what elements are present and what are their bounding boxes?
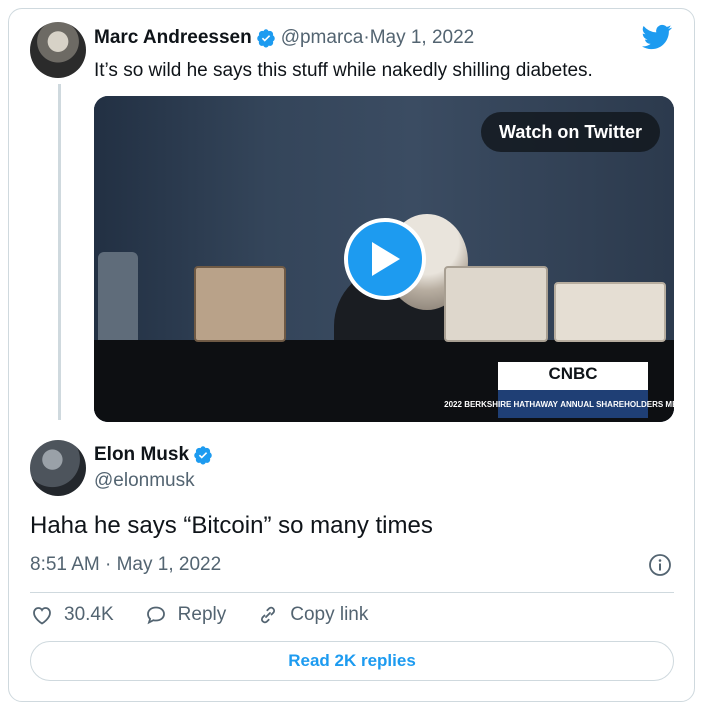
tweet-timestamp[interactable]: 8:51 AM · May 1, 2022 [30,554,221,576]
video-player[interactable]: Watch on Twitter CNBC 2022 BERKSHIRE HAT… [94,96,674,422]
read-replies-button[interactable]: Read 2K replies [30,641,674,681]
tweet-actions: 30.4K Reply Copy link [30,603,398,627]
video-candy-box [444,266,548,342]
heart-icon [33,607,51,625]
divider [30,592,674,593]
event-name: BERKSHIRE HATHAWAY [464,399,558,409]
thread-connector-line [58,84,61,420]
tweet-date[interactable]: May 1, 2022 [117,554,222,575]
avatar-marc-andreessen[interactable] [30,22,86,78]
author-handle[interactable]: @elonmusk [94,470,195,492]
event-subtitle: ANNUAL SHAREHOLDERS MEETING [560,399,674,409]
info-icon[interactable] [648,553,672,577]
link-icon [261,606,276,624]
event-strip: 2022 BERKSHIRE HATHAWAY ANNUAL SHAREHOLD… [444,390,674,418]
video-candy-box [554,282,666,342]
separator-dot: · [99,554,117,575]
twitter-bird-icon[interactable] [640,22,674,52]
like-count: 30.4K [64,604,114,625]
main-tweet-text: Haha he says “Bitcoin” so many times [30,512,433,539]
verified-badge-icon [194,446,212,465]
speech-bubble-icon [146,606,165,625]
tweet-date[interactable]: May 1, 2022 [370,27,475,49]
play-icon [372,242,400,276]
broadcaster-name: CNBC [548,364,598,383]
parent-tweet-text: It’s so wild he says this stuff while na… [94,60,593,81]
copy-link-label: Copy link [290,604,369,625]
author-handle[interactable]: @pmarca [281,27,364,49]
verified-badge-icon [256,29,275,48]
video-candy-box [194,266,286,342]
parent-tweet-header: Marc Andreessen @pmarca · May 1, 2022 [94,27,474,49]
like-button[interactable]: 30.4K [30,603,114,627]
reply-label: Reply [177,604,227,625]
tweet-time[interactable]: 8:51 AM [30,554,100,575]
broadcaster-watermark: CNBC 2022 BERKSHIRE HATHAWAY ANNUAL SHAR… [444,362,674,418]
event-year: 2022 [444,399,462,409]
reply-button[interactable]: Reply [144,603,227,627]
copy-link-button[interactable]: Copy link [256,603,368,627]
video-lamp [98,252,138,342]
watch-on-twitter-button[interactable]: Watch on Twitter [481,112,660,152]
author-name[interactable]: Elon Musk [94,444,189,466]
play-button[interactable] [344,218,426,300]
avatar-elon-musk[interactable] [30,440,86,496]
main-tweet-header: Elon Musk [94,444,218,466]
author-name[interactable]: Marc Andreessen [94,27,252,49]
